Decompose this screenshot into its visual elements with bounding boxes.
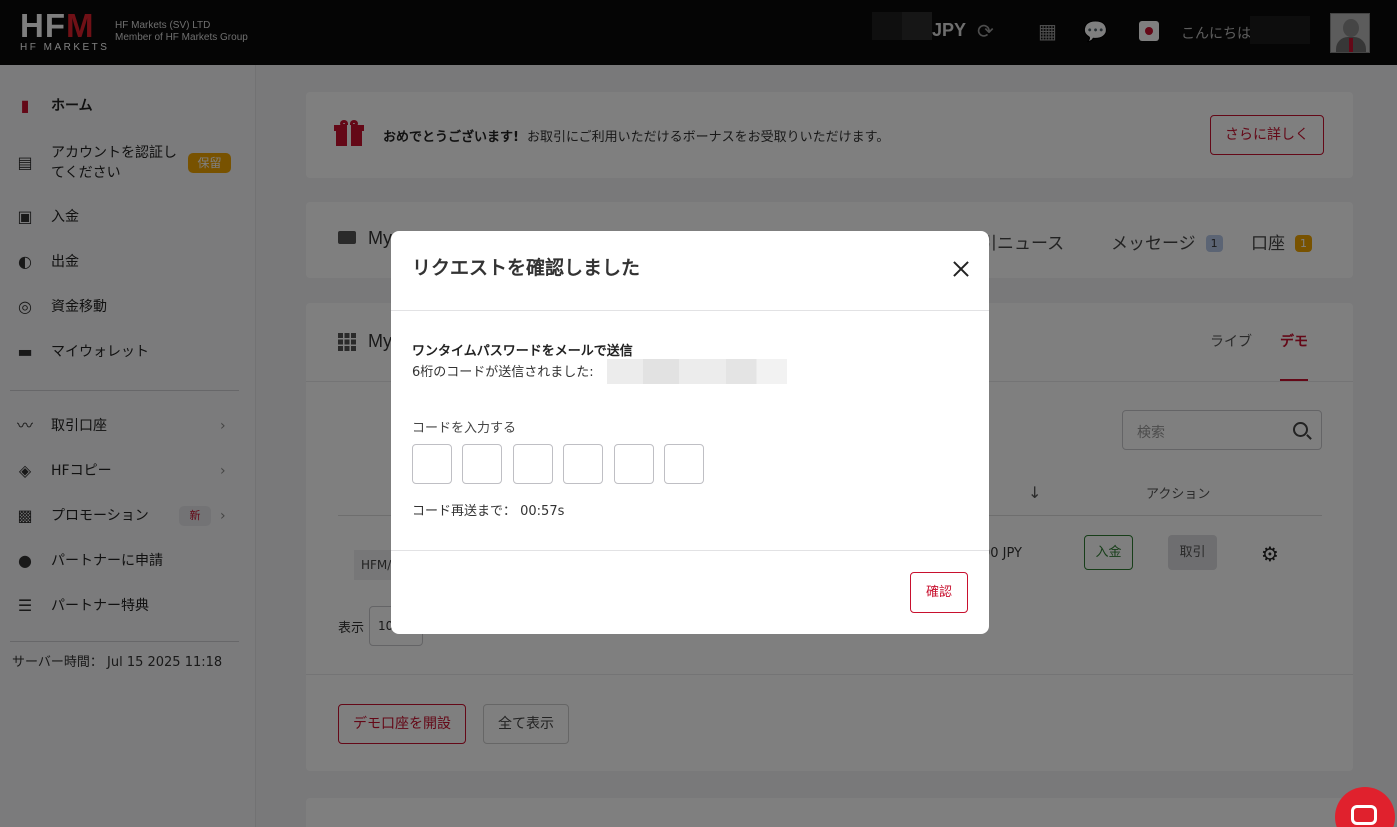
code-digit-3[interactable] [513, 444, 553, 484]
code-digit-2[interactable] [462, 444, 502, 484]
modal-divider [391, 310, 989, 311]
code-label: コードを入力する [412, 421, 517, 436]
code-digit-5[interactable] [614, 444, 654, 484]
otp-heading: ワンタイムパスワードをメールで送信 [412, 344, 633, 359]
code-digit-1[interactable] [412, 444, 452, 484]
code-digit-4[interactable] [563, 444, 603, 484]
code-digit-6[interactable] [664, 444, 704, 484]
confirm-button[interactable]: 確認 [910, 572, 968, 613]
chat-bubble-icon [1351, 805, 1377, 825]
close-icon[interactable] [951, 259, 971, 279]
modal-title: リクエストを確認しました [412, 257, 641, 279]
resend-countdown: コード再送まで： 00:57s [412, 504, 565, 519]
modal-divider [391, 550, 989, 551]
email-redacted [607, 359, 787, 384]
otp-modal: リクエストを確認しました ワンタイムパスワードをメールで送信 6桁のコードが送信… [391, 231, 989, 634]
otp-sent-text: 6桁のコードが送信されました: [412, 365, 594, 380]
